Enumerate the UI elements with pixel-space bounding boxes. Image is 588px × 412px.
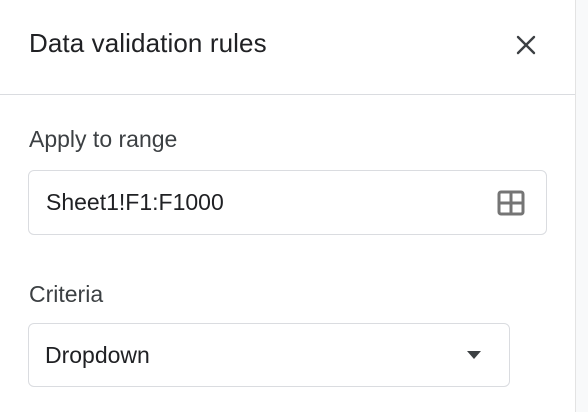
panel-title: Data validation rules (29, 28, 267, 58)
apply-to-range-label: Apply to range (29, 126, 178, 152)
range-input[interactable] (46, 185, 476, 219)
panel-header: Data validation rules (0, 0, 575, 95)
criteria-dropdown[interactable]: Dropdown (28, 323, 510, 387)
criteria-label: Criteria (29, 281, 104, 307)
close-icon (516, 35, 536, 55)
criteria-selected-value: Dropdown (45, 342, 150, 368)
select-range-grid-icon (497, 190, 525, 216)
range-field[interactable] (28, 170, 547, 235)
close-button[interactable] (506, 25, 546, 65)
panel-edge (575, 0, 588, 412)
dropdown-arrow-icon (467, 351, 481, 359)
data-validation-panel: Data validation rules Apply to range Cri… (0, 0, 588, 412)
select-range-button[interactable] (493, 185, 529, 221)
